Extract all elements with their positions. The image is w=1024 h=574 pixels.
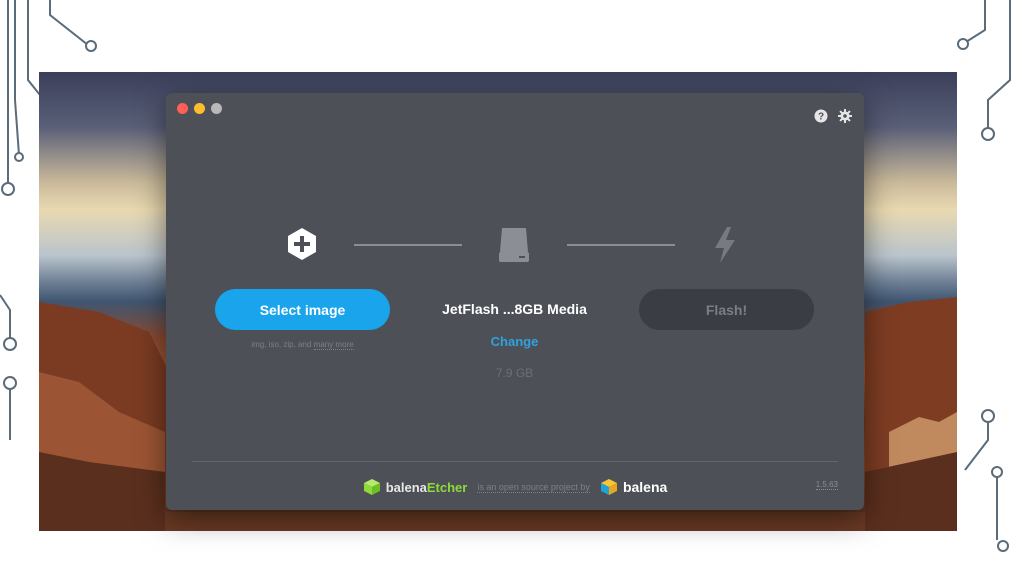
- gear-icon[interactable]: [838, 109, 852, 123]
- many-more-link[interactable]: many more: [313, 340, 354, 350]
- footer-divider: [192, 461, 838, 462]
- brand-suffix: Etcher: [426, 479, 468, 495]
- select-image-button[interactable]: Select image: [215, 289, 390, 330]
- balena-cube-logo-icon[interactable]: [600, 478, 618, 496]
- top-icons: ?: [814, 109, 852, 123]
- help-icon[interactable]: ?: [814, 109, 828, 123]
- etcher-brand[interactable]: balenaEtcher: [386, 480, 468, 495]
- window-controls: [177, 103, 222, 114]
- close-window-button[interactable]: [177, 103, 188, 114]
- brand-prefix: balena: [385, 479, 427, 495]
- etcher-window: ? Select image img, iso, zip, and many m…: [166, 93, 864, 510]
- footer: balenaEtcher is an open source project b…: [166, 477, 864, 497]
- footer-tagline[interactable]: is an open source project by: [477, 482, 590, 493]
- balena-brand[interactable]: balena: [623, 479, 667, 495]
- selected-drive-name: JetFlash ...8GB Media: [442, 301, 587, 317]
- minimize-window-button[interactable]: [194, 103, 205, 114]
- drive-icon: [499, 228, 529, 262]
- flash-button[interactable]: Flash!: [639, 289, 814, 330]
- step-connector-2: [567, 244, 675, 246]
- etcher-cube-logo-icon[interactable]: [363, 478, 381, 496]
- zoom-window-button[interactable]: [211, 103, 222, 114]
- supported-formats-hint: img, iso, zip, and many more: [215, 340, 390, 350]
- svg-text:?: ?: [818, 112, 824, 123]
- step-connector-1: [354, 244, 462, 246]
- plus-hexagon-icon: [288, 228, 316, 260]
- app-version[interactable]: 1.5.63: [815, 480, 838, 490]
- formats-text: img, iso, zip, and: [251, 340, 312, 349]
- lightning-icon: [715, 227, 735, 263]
- change-drive-link[interactable]: Change: [427, 334, 602, 349]
- drive-size: 7.9 GB: [495, 366, 534, 380]
